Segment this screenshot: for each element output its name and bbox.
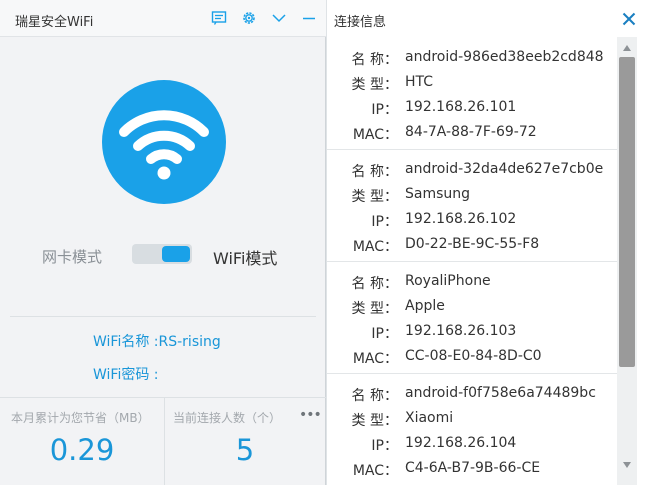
scroll-up-icon[interactable] xyxy=(620,40,634,54)
device-type: Apple xyxy=(405,298,445,314)
connection-info-panel: 连接信息 名 称： android-986ed38eeb2cd848 类 型： HT… xyxy=(327,0,645,485)
scrollbar-thumb[interactable] xyxy=(619,57,635,367)
device-item[interactable]: 名 称： android-986ed38eeb2cd848 类 型： HTC IP：… xyxy=(327,37,617,149)
wifi-status-icon xyxy=(102,80,226,204)
device-name: android-f0f758e6a74489bc xyxy=(405,385,596,401)
mac-label: MAC： xyxy=(352,239,398,255)
panel-title-bar: 连接信息 xyxy=(327,0,645,37)
type-label: 类 型： xyxy=(351,77,398,93)
device-type: HTC xyxy=(405,74,434,90)
network-card-mode-label[interactable]: 网卡模式 xyxy=(42,246,102,267)
more-icon[interactable]: ••• xyxy=(299,407,322,423)
device-ip: 192.168.26.101 xyxy=(405,99,517,115)
ip-label: IP： xyxy=(371,102,398,118)
type-label: 类 型： xyxy=(351,413,398,429)
stats-divider xyxy=(164,398,165,485)
ip-label: IP： xyxy=(371,326,398,342)
chevron-down-icon[interactable] xyxy=(271,10,287,26)
name-label: 名 称： xyxy=(351,276,398,292)
type-label: 类 型： xyxy=(351,189,398,205)
saved-traffic-label: 本月累计为您节省（MB） xyxy=(11,411,150,425)
device-mac: 84-7A-88-7F-69-72 xyxy=(405,124,537,140)
wifi-mode-label[interactable]: WiFi模式 xyxy=(213,245,277,269)
scroll-down-icon[interactable] xyxy=(620,457,634,471)
name-label: 名 称： xyxy=(351,388,398,404)
device-type: Xiaomi xyxy=(405,410,454,426)
mode-toggle-switch[interactable] xyxy=(132,244,192,264)
device-mac: C4-6A-B7-9B-66-CE xyxy=(405,460,541,476)
wifi-password[interactable]: WiFi密码 : xyxy=(93,364,159,384)
gear-icon[interactable] xyxy=(241,10,257,26)
device-item[interactable]: 名 称： RoyaliPhone 类 型： Apple IP： 192.168.26.… xyxy=(327,261,617,373)
device-name: android-32da4de627e7cb0e xyxy=(405,161,604,177)
app-title: 瑞星安全WiFi xyxy=(15,15,94,30)
vertical-scrollbar[interactable] xyxy=(617,37,637,485)
ip-label: IP： xyxy=(371,438,398,454)
list-icon[interactable] xyxy=(211,10,227,26)
divider xyxy=(10,316,316,317)
name-label: 名 称： xyxy=(351,164,398,180)
title-bar: 瑞星安全WiFi xyxy=(0,0,326,37)
connected-count-value: 5 xyxy=(235,433,255,467)
device-mac: CC-08-E0-84-8D-C0 xyxy=(405,348,542,364)
ip-label: IP： xyxy=(371,214,398,230)
close-icon[interactable] xyxy=(621,11,637,27)
device-ip: 192.168.26.102 xyxy=(405,211,517,227)
device-ip: 192.168.26.103 xyxy=(405,323,517,339)
mac-label: MAC： xyxy=(352,463,398,479)
device-name: RoyaliPhone xyxy=(405,273,491,289)
minimize-icon[interactable] xyxy=(301,10,317,26)
wifi-main-window: 瑞星安全WiFi 网卡模式 WiFi模式 WiFi名称:RS-rising W… xyxy=(0,0,326,485)
mac-label: MAC： xyxy=(352,127,398,143)
panel-title: 连接信息 xyxy=(334,15,387,30)
mac-label: MAC： xyxy=(352,351,398,367)
device-mac: D0-22-BE-9C-55-F8 xyxy=(405,236,540,252)
device-list: 名 称： android-986ed38eeb2cd848 类 型： HTC IP：… xyxy=(327,37,617,485)
device-name: android-986ed38eeb2cd848 xyxy=(405,49,604,65)
saved-traffic-value: 0.29 xyxy=(49,433,115,467)
device-type: Samsung xyxy=(405,186,471,202)
type-label: 类 型： xyxy=(351,301,398,317)
toggle-knob xyxy=(162,246,190,262)
device-ip: 192.168.26.104 xyxy=(405,435,517,451)
device-item[interactable]: 名 称： android-32da4de627e7cb0e 类 型： Samsung… xyxy=(327,149,617,261)
device-item[interactable]: 名 称： android-f0f758e6a74489bc 类 型： Xiaomi … xyxy=(327,373,617,485)
connected-count-label: 当前连接人数（个） xyxy=(173,411,282,425)
wifi-name[interactable]: WiFi名称 :RS-rising xyxy=(93,331,221,351)
name-label: 名 称： xyxy=(351,52,398,68)
